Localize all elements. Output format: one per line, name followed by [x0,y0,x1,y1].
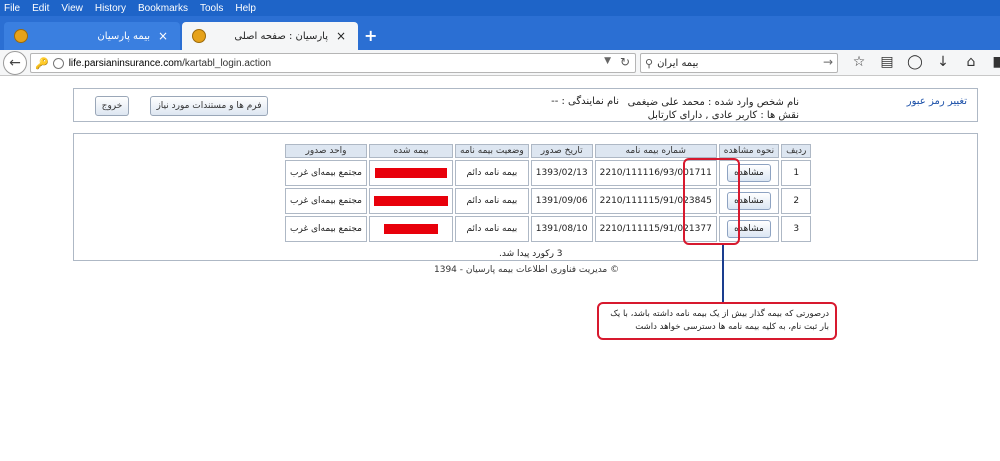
close-tab-icon[interactable]: × [156,29,170,43]
table-header-row: ردیف نحوه مشاهده شماره بیمه نامه تاریخ ص… [285,144,812,158]
column-header-view: نحوه مشاهده [718,144,780,158]
close-tab-icon[interactable]: × [334,29,348,43]
copyright-footer: © مدیریت فناوری اطلاعات بیمه پارسیان - 1… [434,265,620,275]
menu-history[interactable]: History [95,3,126,14]
bookmark-star-icon[interactable]: ☆ [845,54,873,70]
user-info-panel: تغییر رمز عبور نام شخص وارد شده : محمد ع… [73,88,978,122]
tab-title: پارسیان : صفحه اصلی [234,30,328,42]
issuing-unit: مجتمع بیمه‌ای غرب [285,188,367,214]
view-column-highlight [683,158,740,245]
menu-edit[interactable]: Edit [32,3,49,14]
pocket-icon[interactable]: ◯ [901,54,929,70]
reading-list-icon[interactable]: ▤ [873,54,901,70]
column-header-insured: بیمه شده [369,144,453,158]
download-icon[interactable]: ↓ [929,54,957,70]
menu-bar: File Edit View History Bookmarks Tools H… [0,0,1000,16]
addon-icon[interactable]: ■ [985,54,1000,70]
row-number: 1 [781,160,812,186]
issue-date: 1391/09/06 [530,188,593,214]
site-favicon-icon [192,29,206,43]
redacted-insured-name [374,195,448,206]
row-number: 2 [781,188,812,214]
search-bar[interactable]: ⚲ بیمه ایران → [640,53,838,73]
issuing-unit: مجتمع بیمه‌ای غرب [285,160,367,186]
menu-tools[interactable]: Tools [200,3,223,14]
globe-icon [52,57,64,69]
column-header-row: ردیف [781,144,812,158]
new-tab-button[interactable]: + [364,26,377,45]
column-header-date: تاریخ صدور [530,144,593,158]
user-info: نام شخص وارد شده : محمد علی ضیغمی نقش ها… [499,96,799,122]
issue-date: 1393/02/13 [530,160,593,186]
issue-date: 1391/08/10 [530,216,593,242]
search-go-icon[interactable]: → [823,55,833,69]
site-favicon-icon [14,29,28,43]
insured-name-cell [369,160,453,186]
search-icon: ⚲ [645,56,654,70]
toolbar-icons: ☆ ▤ ◯ ↓ ⌂ ■ [845,54,1000,70]
policy-status: بیمه نامه دائم [455,188,529,214]
search-query: بیمه ایران [657,57,699,69]
tab-strip: بیمه پارسیان × پارسیان : صفحه اصلی × + [0,16,1000,50]
tab-parsian-insurance[interactable]: بیمه پارسیان × [4,22,180,50]
navigation-bar: ← 🔑 life.parsianinsurance.com/kartabl_lo… [0,50,1000,76]
redacted-insured-name [384,223,438,234]
policies-panel: ردیف نحوه مشاهده شماره بیمه نامه تاریخ ص… [73,133,978,261]
back-arrow-icon: ← [9,54,21,71]
redacted-insured-name [375,167,447,178]
reload-icon[interactable]: ↻ [620,55,630,69]
insured-name-cell [369,216,453,242]
policy-status: بیمه نامه دائم [455,160,529,186]
agency-name: نام نمایندگی : -- [551,96,619,107]
back-button[interactable]: ← [3,50,27,75]
issuing-unit: مجتمع بیمه‌ای غرب [285,216,367,242]
user-roles: نقش ها : کاربر عادی , دارای کارتابل [647,110,799,121]
identity-key-icon[interactable]: 🔑 [35,57,49,70]
column-header-status: وضعیت بیمه نامه [455,144,529,158]
tab-parsian-home[interactable]: پارسیان : صفحه اصلی × [182,22,358,50]
address-bar[interactable]: 🔑 life.parsianinsurance.com/kartabl_logi… [30,53,636,73]
menu-help[interactable]: Help [235,3,256,14]
dropdown-arrow-icon[interactable]: ▼ [604,56,611,66]
exit-button[interactable]: خروج [95,96,129,116]
insured-name-cell [369,188,453,214]
change-password-link[interactable]: تغییر رمز عبور [907,96,967,107]
column-header-unit: واحد صدور [285,144,367,158]
menu-view[interactable]: View [61,3,83,14]
logged-in-user: نام شخص وارد شده : محمد علی ضیغمی [627,97,799,108]
home-icon[interactable]: ⌂ [957,54,985,70]
callout-connector-line [722,245,724,303]
forms-documents-button[interactable]: فرم ها و مستندات مورد نیاز [150,96,268,116]
record-count: 3 رکورد پیدا شد. [499,249,563,259]
column-header-number: شماره بیمه نامه [594,144,717,158]
policy-status: بیمه نامه دائم [455,216,529,242]
url-text: life.parsianinsurance.com/kartabl_login.… [68,57,272,69]
row-number: 3 [781,216,812,242]
menu-file[interactable]: File [4,3,20,14]
menu-bookmarks[interactable]: Bookmarks [138,3,188,14]
annotation-callout: درصورتی که بیمه گذار بیش از یک بیمه نامه… [597,302,837,340]
tab-title: بیمه پارسیان [97,30,150,42]
